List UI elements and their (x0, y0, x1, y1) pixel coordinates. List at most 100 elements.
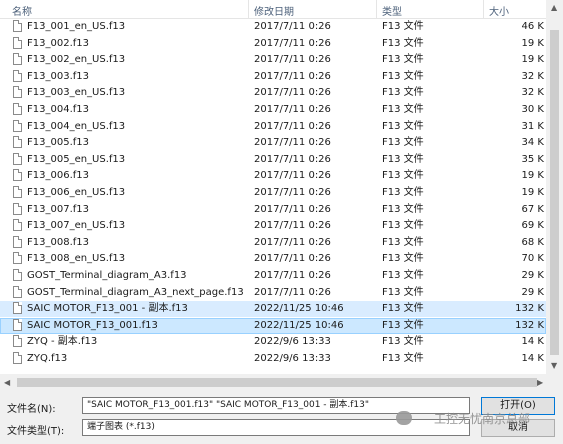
file-name: F13_007_en_US.f13 (27, 220, 126, 232)
scroll-down-icon[interactable]: ▼ (551, 361, 557, 371)
file-name: GOST_Terminal_diagram_A3_next_page.f13 (27, 286, 244, 298)
file-size: 29 K (521, 286, 544, 298)
file-size: 31 K (521, 120, 544, 132)
file-icon (13, 152, 22, 165)
file-row[interactable]: F13_005.f13 2017/7/11 0:26 F13 文件 34 K (0, 135, 546, 151)
vertical-scroll-thumb[interactable] (550, 30, 559, 355)
file-row[interactable]: GOST_Terminal_diagram_A3_next_page.f13 20… (0, 285, 546, 301)
filetype-select[interactable]: 端子图表 (*.f13) (82, 419, 470, 436)
file-row[interactable]: F13_004.f13 2017/7/11 0:26 F13 文件 30 K (0, 102, 546, 118)
file-date: 2022/11/25 10:46 (254, 319, 344, 331)
file-type: F13 文件 (382, 319, 424, 331)
file-size: 46 K (521, 21, 544, 32)
file-row[interactable]: F13_007.f13 2017/7/11 0:26 F13 文件 67 K (0, 202, 546, 218)
file-type: F13 文件 (382, 253, 424, 265)
file-row[interactable]: F13_007_en_US.f13 2017/7/11 0:26 F13 文件 69 … (0, 218, 546, 234)
file-row[interactable]: F13_001_en_US.f13 2017/7/11 0:26 F13 文件 46 … (0, 19, 546, 35)
file-type: F13 文件 (382, 54, 424, 66)
file-date: 2022/9/6 13:33 (254, 336, 331, 348)
file-name: F13_003.f13 (27, 70, 89, 82)
file-size: 19 K (521, 187, 544, 198)
file-list: F13_001_en_US.f13 2017/7/11 0:26 F13 文件 46 … (0, 19, 546, 373)
filename-input-value: "SAIC MOTOR_F13_001.f13" "SAIC MOTOR_F13… (87, 400, 370, 410)
file-date: 2017/7/11 0:26 (254, 236, 331, 248)
file-icon (13, 186, 22, 198)
file-icon (13, 318, 22, 331)
file-name: F13_008.f13 (27, 236, 89, 248)
file-date: 2017/7/11 0:26 (254, 70, 331, 82)
file-icon (13, 69, 22, 82)
file-row[interactable]: SAIC MOTOR_F13_001.f13 2022/11/25 10:46 F1… (0, 317, 546, 334)
file-name: GOST_Terminal_diagram_A3.f13 (27, 270, 187, 281)
file-row[interactable]: F13_008_en_US.f13 2017/7/11 0:26 F13 文件 70 … (0, 251, 546, 267)
file-row[interactable]: F13_006.f13 2017/7/11 0:26 F13 文件 19 K (0, 168, 546, 184)
file-name: F13_005.f13 (27, 137, 89, 149)
file-date: 2022/9/6 13:33 (254, 353, 331, 364)
filetype-label: 文件类型(T): (7, 426, 65, 437)
file-size: 14 K (521, 353, 544, 364)
file-row[interactable]: F13_002_en_US.f13 2017/7/11 0:26 F13 文件 19 … (0, 52, 546, 68)
file-date: 2022/11/25 10:46 (254, 303, 344, 315)
horizontal-scrollbar[interactable]: ◀ ▶ (0, 374, 546, 391)
file-row[interactable]: F13_003_en_US.f13 2017/7/11 0:26 F13 文件 32 … (0, 85, 546, 101)
file-row[interactable]: F13_008.f13 2017/7/11 0:26 F13 文件 68 K (0, 235, 546, 251)
file-row[interactable]: F13_003.f13 2017/7/11 0:26 F13 文件 32 K (0, 69, 546, 85)
file-size: 19 K (521, 170, 544, 182)
column-divider[interactable] (248, 0, 249, 18)
file-icon (13, 20, 22, 32)
file-name: F13_006.f13 (27, 170, 89, 182)
horizontal-scroll-thumb[interactable] (17, 378, 537, 387)
file-row[interactable]: GOST_Terminal_diagram_A3.f13 2017/7/11 0:… (0, 268, 546, 284)
file-name: F13_004.f13 (27, 104, 89, 115)
column-divider[interactable] (376, 0, 377, 18)
column-divider[interactable] (483, 0, 484, 18)
file-name: ZYQ.f13 (27, 353, 68, 364)
file-icon (13, 119, 22, 132)
file-type: F13 文件 (382, 203, 424, 215)
file-type: F13 文件 (382, 187, 424, 198)
column-name-header[interactable]: 名称 (12, 3, 32, 18)
vertical-scrollbar[interactable]: ▲ ▼ (546, 0, 563, 374)
file-row[interactable]: F13_004_en_US.f13 2017/7/11 0:26 F13 文件 31 … (0, 119, 546, 135)
file-icon (13, 352, 22, 364)
file-type: F13 文件 (382, 120, 424, 132)
file-icon (13, 269, 22, 281)
file-size: 30 K (521, 104, 544, 115)
file-date: 2017/7/11 0:26 (254, 220, 331, 232)
file-icon (13, 86, 22, 99)
file-row[interactable]: F13_006_en_US.f13 2017/7/11 0:26 F13 文件 19 … (0, 185, 546, 201)
scroll-left-icon[interactable]: ◀ (4, 378, 10, 388)
file-icon (13, 235, 22, 248)
scroll-right-icon[interactable]: ▶ (537, 378, 543, 388)
file-name: F13_001_en_US.f13 (27, 21, 126, 32)
file-row[interactable]: SAIC MOTOR_F13_001 - 副本.f13 2022/11/25 10… (0, 301, 546, 318)
column-size-header[interactable]: 大小 (489, 3, 509, 18)
file-size: 67 K (521, 203, 544, 215)
file-date: 2017/7/11 0:26 (254, 187, 331, 198)
file-name: SAIC MOTOR_F13_001 - 副本.f13 (27, 303, 188, 315)
scroll-up-icon[interactable]: ▲ (551, 3, 557, 13)
file-date: 2017/7/11 0:26 (254, 286, 331, 298)
file-type: F13 文件 (382, 70, 424, 82)
file-date: 2017/7/11 0:26 (254, 54, 331, 66)
column-header: 名称 修改日期 类型 大小 (0, 0, 546, 19)
file-row[interactable]: F13_002.f13 2017/7/11 0:26 F13 文件 19 K (0, 36, 546, 52)
file-type: F13 文件 (382, 37, 424, 49)
file-icon (13, 53, 22, 66)
file-row[interactable]: ZYQ - 副本.f13 2022/9/6 13:33 F13 文件 14 K (0, 334, 546, 350)
file-size: 19 K (521, 37, 544, 49)
column-date-header[interactable]: 修改日期 (254, 3, 294, 18)
file-row[interactable]: F13_005_en_US.f13 2017/7/11 0:26 F13 文件 35 … (0, 152, 546, 168)
column-type-header[interactable]: 类型 (382, 3, 402, 18)
file-date: 2017/7/11 0:26 (254, 21, 331, 32)
file-type: F13 文件 (382, 104, 424, 115)
file-date: 2017/7/11 0:26 (254, 270, 331, 281)
file-icon (13, 103, 22, 115)
filename-input[interactable]: "SAIC MOTOR_F13_001.f13" "SAIC MOTOR_F13… (82, 397, 470, 414)
file-icon (13, 302, 22, 315)
file-icon (13, 202, 22, 215)
file-row[interactable]: ZYQ.f13 2022/9/6 13:33 F13 文件 14 K (0, 351, 546, 367)
file-date: 2017/7/11 0:26 (254, 170, 331, 182)
file-name: F13_002.f13 (27, 37, 89, 49)
file-name: F13_003_en_US.f13 (27, 87, 126, 99)
